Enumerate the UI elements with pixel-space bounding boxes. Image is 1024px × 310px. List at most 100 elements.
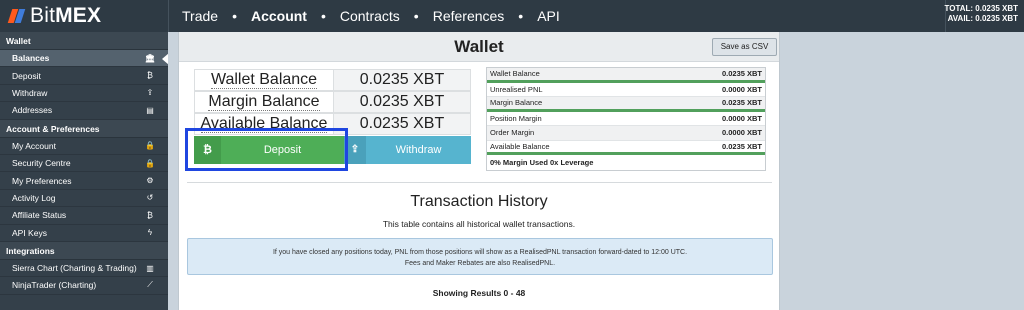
wallet-header: Wallet Save as CSV bbox=[179, 32, 779, 62]
row-value: 0.0000 XBT bbox=[721, 113, 762, 123]
transaction-history-subtitle: This table contains all historical walle… bbox=[382, 219, 576, 229]
margin-summary-table: Wallet Balance 0.0235 XBT Unrealised PNL 0… bbox=[486, 67, 766, 171]
row-value: 0.0000 XBT bbox=[721, 128, 762, 138]
document-icon: ▤ bbox=[146, 105, 154, 115]
line-chart-icon: ⟋ bbox=[147, 280, 153, 290]
table-row: Wallet Balance 0.0235 XBT bbox=[487, 68, 765, 83]
brand-name: BitMEX bbox=[30, 4, 102, 27]
row-label: Wallet Balance bbox=[490, 69, 540, 79]
page-background bbox=[781, 32, 1024, 310]
sidebar-item-api-keys[interactable]: API Keys ϟ bbox=[0, 225, 168, 242]
upload-icon: ⇪ bbox=[146, 88, 154, 98]
sidebar-item-deposit[interactable]: Deposit ₿ bbox=[0, 67, 168, 85]
balance-summary: TOTAL: 0.0235 XBT AVAIL: 0.0235 XBT bbox=[945, 4, 1019, 24]
sidebar-item-my-account[interactable]: My Account 🔒 bbox=[0, 138, 168, 155]
bitcoin-icon: ₿ bbox=[147, 210, 153, 220]
row-value: 0.0000 XBT bbox=[721, 84, 762, 94]
sidebar-item-sierra-chart[interactable]: Sierra Chart (Charting & Trading) ▥ bbox=[0, 260, 168, 278]
sidebar-item-label: Affiliate Status bbox=[12, 210, 67, 221]
save-as-csv-button[interactable]: Save as CSV bbox=[712, 38, 777, 56]
realised-pnl-info-box: If you have closed any positions today, … bbox=[187, 238, 773, 275]
row-value: 0.0235 XBT bbox=[721, 141, 762, 151]
nav-api[interactable]: API bbox=[537, 8, 560, 24]
info-text: Fees and Maker Rebates are also Realised… bbox=[404, 260, 556, 267]
table-row: Available Balance 0.0235 XBT bbox=[487, 141, 765, 155]
sidebar-item-label: API Keys bbox=[12, 227, 47, 238]
table-row: Position Margin 0.0000 XBT bbox=[487, 112, 765, 126]
margin-footer: 0% Margin Used 0x Leverage bbox=[490, 157, 594, 167]
sidebar-item-label: My Account bbox=[12, 140, 56, 151]
sidebar-item-ninjatrader[interactable]: NinjaTrader (Charting) ⟋ bbox=[0, 277, 168, 295]
row-label: Margin Balance bbox=[490, 98, 543, 108]
withdraw-button[interactable]: ⇪ Withdraw bbox=[344, 136, 471, 164]
row-value: 0.0235 XBT bbox=[721, 69, 762, 79]
sidebar-item-label: Deposit bbox=[12, 70, 41, 81]
balance-value: 0.0235 XBT bbox=[334, 69, 471, 91]
nav-divider bbox=[168, 0, 169, 32]
sidebar-heading-wallet: Wallet bbox=[0, 32, 168, 50]
row-label: Unrealised PNL bbox=[490, 84, 543, 94]
sidebar-item-withdraw[interactable]: Withdraw ⇪ bbox=[0, 85, 168, 103]
balance-row: Wallet Balance 0.0235 XBT bbox=[194, 69, 471, 91]
total-balance: TOTAL: 0.0235 XBT bbox=[944, 4, 1019, 13]
history-icon: ↺ bbox=[146, 193, 154, 203]
top-nav-bar: BitMEX Trade • Account • Contracts • Ref… bbox=[0, 0, 1024, 32]
bitcoin-icon: ₿ bbox=[147, 71, 153, 81]
balance-value: 0.0235 XBT bbox=[334, 91, 471, 113]
page-title: Wallet bbox=[454, 37, 504, 56]
sidebar-item-label: Withdraw bbox=[12, 87, 48, 98]
balance-row: Margin Balance 0.0235 XBT bbox=[194, 91, 471, 113]
sidebar-item-label: Balances bbox=[12, 53, 50, 64]
nav-separator: • bbox=[320, 8, 326, 24]
available-balance: AVAIL: 0.0235 XBT bbox=[947, 14, 1018, 23]
sidebar-item-affiliate-status[interactable]: Affiliate Status ₿ bbox=[0, 207, 168, 225]
table-row: Margin Balance 0.0235 XBT bbox=[487, 97, 765, 112]
sidebar-item-label: My Preferences bbox=[12, 175, 72, 186]
lock-icon: 🔒 bbox=[145, 158, 155, 168]
sidebar-item-label: Addresses bbox=[12, 105, 53, 116]
row-value: 0.0235 XBT bbox=[721, 98, 762, 108]
sidebar-item-balances[interactable]: Balances 🏛 bbox=[0, 50, 169, 68]
bar-chart-icon: ▥ bbox=[146, 263, 154, 273]
sidebar-item-activity-log[interactable]: Activity Log ↺ bbox=[0, 190, 168, 208]
sidebar: Wallet Balances 🏛 Deposit ₿ Withdraw ⇪ Addr… bbox=[0, 32, 169, 310]
sidebar-item-label: Activity Log bbox=[12, 192, 56, 203]
nav-separator: • bbox=[413, 8, 419, 24]
sidebar-item-label: Sierra Chart (Charting & Trading) bbox=[12, 263, 137, 274]
withdraw-label: Withdraw bbox=[395, 144, 442, 156]
row-label: Position Margin bbox=[490, 113, 542, 123]
bank-icon: 🏛 bbox=[144, 53, 156, 63]
sidebar-item-label: NinjaTrader (Charting) bbox=[12, 280, 97, 291]
row-label: Order Margin bbox=[490, 128, 535, 138]
sidebar-item-addresses[interactable]: Addresses ▤ bbox=[0, 102, 168, 120]
balance-label: Margin Balance bbox=[194, 91, 334, 113]
nav-trade[interactable]: Trade bbox=[182, 8, 218, 24]
nav-separator: • bbox=[518, 8, 524, 24]
gear-icon: ⚙ bbox=[146, 176, 154, 186]
bitmex-logo[interactable]: BitMEX bbox=[0, 0, 168, 32]
transaction-history-title: Transaction History bbox=[410, 193, 548, 210]
page-background bbox=[168, 32, 178, 310]
table-row: Unrealised PNL 0.0000 XBT bbox=[487, 83, 765, 97]
deposit-highlight-box bbox=[185, 128, 348, 171]
wallet-panel: Wallet Save as CSV Wallet Balance 0.0235… bbox=[178, 32, 780, 310]
results-count: Showing Results 0 - 48 bbox=[432, 288, 526, 298]
nav-references[interactable]: References bbox=[433, 8, 505, 24]
main-nav: Trade • Account • Contracts • References… bbox=[168, 0, 560, 32]
table-row: Order Margin 0.0000 XBT bbox=[487, 126, 765, 141]
balance-value: 0.0235 XBT bbox=[334, 113, 471, 135]
sidebar-item-label: Security Centre bbox=[12, 158, 71, 169]
row-label: Available Balance bbox=[490, 141, 550, 151]
nav-contracts[interactable]: Contracts bbox=[340, 8, 400, 24]
bolt-icon: ϟ bbox=[147, 228, 153, 238]
sidebar-item-security-centre[interactable]: Security Centre 🔒 bbox=[0, 155, 168, 173]
balance-label: Wallet Balance bbox=[194, 69, 334, 91]
sidebar-item-my-preferences[interactable]: My Preferences ⚙ bbox=[0, 172, 168, 190]
nav-account[interactable]: Account bbox=[251, 8, 307, 24]
sidebar-heading-integrations: Integrations bbox=[0, 241, 168, 260]
lock-icon: 🔒 bbox=[145, 141, 155, 151]
info-text: If you have closed any positions today, … bbox=[272, 249, 688, 256]
nav-separator: • bbox=[232, 8, 237, 24]
logo-mark-icon bbox=[7, 8, 26, 24]
section-divider bbox=[187, 182, 772, 183]
